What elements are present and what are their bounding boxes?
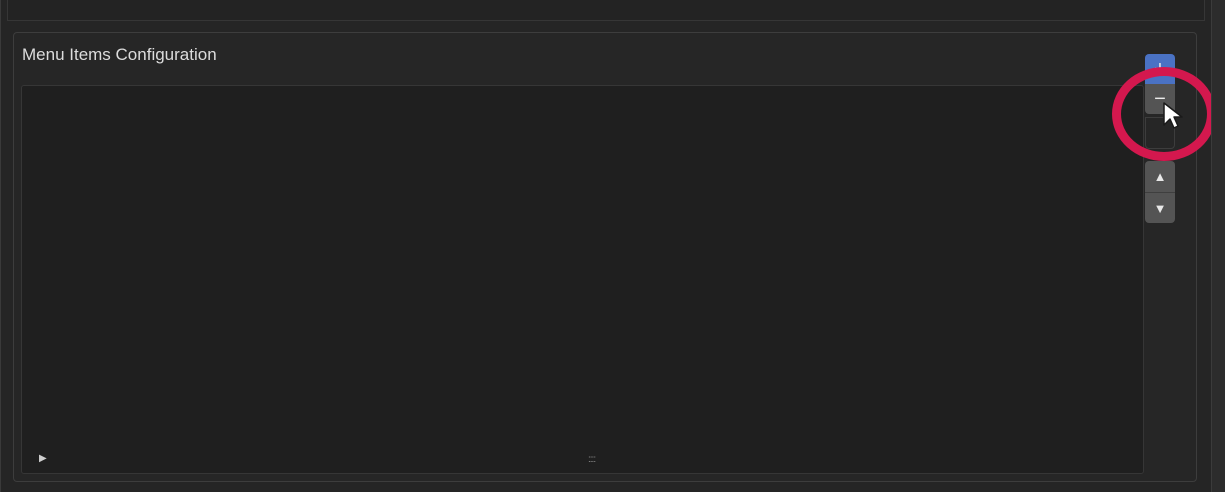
expand-arrow-icon[interactable]: ▶ [39,454,47,464]
arrow-up-icon: ▲ [1153,169,1167,184]
menu-items-list[interactable]: ▶ :::: [21,85,1144,474]
cursor-icon [1163,102,1183,129]
properties-panel: Menu Items Configuration ▶ :::: + − ▲ ▼ [0,0,1216,492]
previous-section-strip [7,0,1205,21]
move-down-button[interactable]: ▼ [1145,192,1175,223]
section-title: Menu Items Configuration [22,45,217,64]
move-up-button[interactable]: ▲ [1145,161,1175,192]
arrow-down-icon: ▼ [1153,201,1167,216]
window-scrollbar[interactable] [1211,0,1225,492]
resize-grip-icon[interactable]: :::: [588,455,596,465]
menu-items-configuration-box: Menu Items Configuration ▶ :::: [13,32,1197,482]
move-item-buttons: ▲ ▼ [1145,161,1175,223]
